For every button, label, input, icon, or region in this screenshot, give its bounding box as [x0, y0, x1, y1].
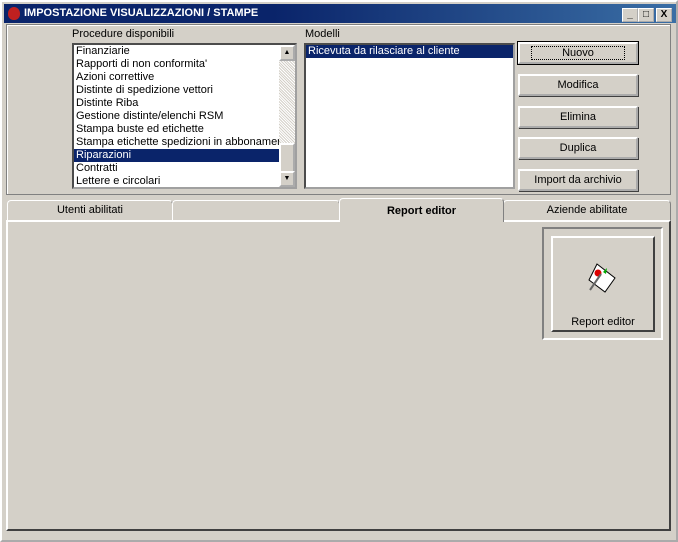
list-item[interactable]: Lettere e circolari: [74, 175, 279, 187]
report-editor-button[interactable]: Report editor: [551, 236, 655, 332]
list-item[interactable]: Riparazioni: [74, 149, 279, 162]
title-bar: IMPOSTAZIONE VISUALIZZAZIONI / STAMPE _ …: [4, 4, 676, 23]
procedure-scrollbar[interactable]: ▲ ▼: [279, 45, 295, 187]
tab-aziende-abilitate[interactable]: Aziende abilitate: [503, 200, 671, 221]
list-item[interactable]: Finanziarie: [74, 45, 279, 58]
strawberry-app-icon: [8, 7, 20, 20]
minimize-button[interactable]: _: [622, 8, 638, 22]
maximize-button[interactable]: □: [638, 8, 654, 22]
list-item[interactable]: Azioni correttive: [74, 71, 279, 84]
procedure-list[interactable]: Finanziarie Rapporti di non conformita' Az…: [72, 43, 297, 189]
tab-utenti-abilitati[interactable]: Utenti abilitati: [7, 200, 173, 221]
list-item[interactable]: Gestione distinte/elenchi RSM: [74, 110, 279, 123]
list-item[interactable]: Distinte di spedizione vettori: [74, 84, 279, 97]
procedure-label: Procedure disponibili: [72, 28, 175, 40]
list-item[interactable]: Rapporti di non conformita': [74, 58, 279, 71]
window-title: IMPOSTAZIONE VISUALIZZAZIONI / STAMPE: [24, 7, 259, 19]
import-button[interactable]: Import da archivio: [518, 169, 638, 191]
scroll-thumb[interactable]: [279, 143, 295, 173]
list-item[interactable]: Distinte Riba: [74, 97, 279, 110]
list-item[interactable]: Contratti: [74, 162, 279, 175]
report-editor-icon: [588, 263, 616, 293]
elimina-button[interactable]: Elimina: [518, 106, 638, 128]
scroll-down-icon[interactable]: ▼: [279, 171, 295, 187]
duplica-button[interactable]: Duplica: [518, 137, 638, 159]
list-item[interactable]: Ricevuta da rilasciare al cliente: [306, 45, 513, 58]
nuovo-label: Nuovo: [531, 46, 625, 60]
list-item[interactable]: Stampa etichette spedizioni in abbonamen…: [74, 136, 286, 149]
nuovo-button[interactable]: Nuovo: [517, 41, 639, 65]
report-editor-label: Report editor: [571, 316, 635, 328]
close-button[interactable]: X: [656, 8, 672, 22]
modifica-button[interactable]: Modifica: [518, 74, 638, 96]
scroll-up-icon[interactable]: ▲: [279, 45, 295, 61]
modelli-list[interactable]: Ricevuta da rilasciare al cliente: [304, 43, 515, 189]
tab-report-editor[interactable]: Report editor: [339, 198, 504, 222]
list-item[interactable]: Stampa buste ed etichette: [74, 123, 279, 136]
tab-blank[interactable]: [172, 200, 340, 221]
modelli-label: Modelli: [305, 28, 340, 40]
